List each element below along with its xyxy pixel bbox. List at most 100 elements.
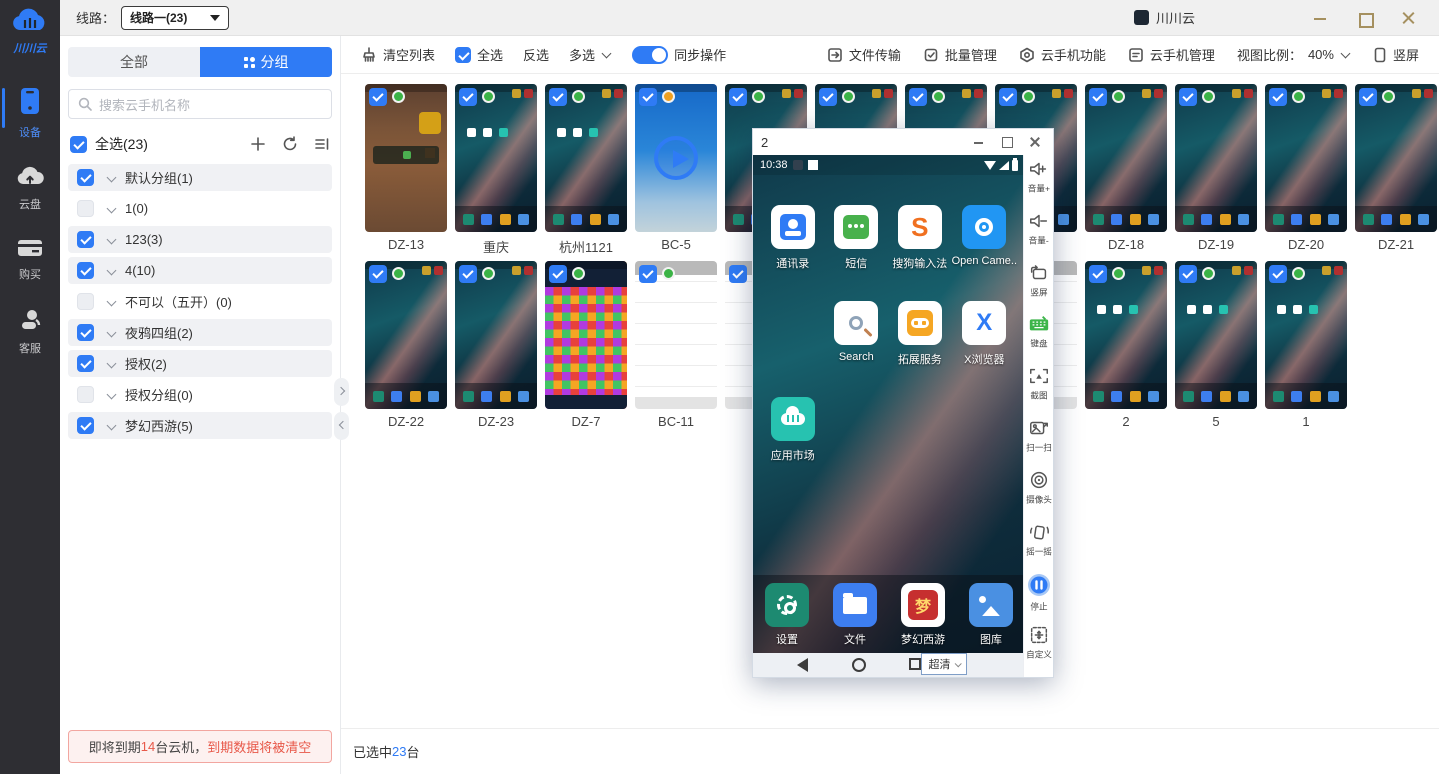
device-checkbox[interactable] bbox=[369, 265, 387, 283]
device-card[interactable]: DZ-20 bbox=[1265, 84, 1347, 253]
device-thumbnail[interactable] bbox=[1175, 84, 1257, 232]
portrait-mode-button[interactable]: 竖屏 bbox=[1373, 45, 1419, 64]
cloud-features-button[interactable]: 云手机功能 bbox=[1019, 45, 1106, 64]
device-thumbnail[interactable] bbox=[1355, 84, 1437, 232]
device-card[interactable]: 1 bbox=[1265, 261, 1347, 430]
sidebar-item-devices[interactable]: 设备 bbox=[0, 86, 60, 140]
keyboard-button[interactable]: 键盘 bbox=[1028, 314, 1050, 366]
chevron-down-icon[interactable] bbox=[106, 172, 118, 184]
quality-badge[interactable]: 超清 bbox=[921, 653, 967, 675]
collapse-list-button[interactable] bbox=[314, 136, 330, 152]
chevron-down-icon[interactable] bbox=[106, 265, 118, 277]
maximize-button[interactable] bbox=[1349, 6, 1379, 30]
toggle-on[interactable] bbox=[632, 46, 668, 64]
app-sogou-input[interactable]: S 搜狗输入法 bbox=[888, 205, 952, 271]
app-search[interactable]: Search bbox=[825, 301, 889, 367]
app-contacts[interactable]: 通讯录 bbox=[761, 205, 825, 271]
device-checkbox[interactable] bbox=[1179, 265, 1197, 283]
device-thumbnail[interactable] bbox=[1265, 261, 1347, 409]
group-checkbox[interactable] bbox=[77, 386, 94, 403]
device-checkbox[interactable] bbox=[549, 88, 567, 106]
device-checkbox[interactable] bbox=[1179, 88, 1197, 106]
dock-files[interactable]: 文件 bbox=[821, 583, 889, 653]
tab-groups[interactable]: 分组 bbox=[200, 47, 332, 77]
app-camera[interactable]: Open Came.. bbox=[952, 205, 1017, 271]
device-thumbnail[interactable] bbox=[1265, 84, 1347, 232]
phone-preview-window[interactable]: 2 10:38 bbox=[752, 128, 1054, 678]
phone-minimize-button[interactable] bbox=[969, 133, 989, 151]
dock-gallery[interactable]: 图库 bbox=[957, 583, 1025, 653]
dock-menghuan-game[interactable]: 梦 梦幻西游 bbox=[889, 583, 957, 653]
device-card[interactable]: DZ-22 bbox=[365, 261, 447, 430]
phone-close-button[interactable] bbox=[1025, 133, 1045, 151]
add-group-button[interactable] bbox=[250, 136, 266, 152]
device-checkbox[interactable] bbox=[1269, 265, 1287, 283]
volume-up-button[interactable]: 音量+ bbox=[1026, 159, 1052, 211]
device-thumbnail[interactable] bbox=[635, 261, 717, 409]
device-thumbnail[interactable] bbox=[545, 84, 627, 232]
close-button[interactable] bbox=[1393, 6, 1423, 30]
chevron-down-icon[interactable] bbox=[106, 203, 118, 215]
sidebar-item-purchase[interactable]: 购买 bbox=[0, 238, 60, 282]
device-card[interactable]: 杭州1121 bbox=[545, 84, 627, 253]
group-checkbox[interactable] bbox=[77, 324, 94, 341]
device-card[interactable]: 重庆 bbox=[455, 84, 537, 253]
rotate-screen-button[interactable]: 竖屏 bbox=[1028, 263, 1050, 315]
device-thumbnail[interactable] bbox=[365, 84, 447, 232]
file-transfer-button[interactable]: 文件传输 bbox=[827, 45, 901, 64]
cloud-manage-button[interactable]: 云手机管理 bbox=[1128, 45, 1215, 64]
sync-operation-toggle[interactable]: 同步操作 bbox=[632, 45, 726, 64]
device-checkbox[interactable] bbox=[639, 88, 657, 106]
device-card[interactable]: BC-5 bbox=[635, 84, 717, 253]
device-thumbnail[interactable] bbox=[1175, 261, 1257, 409]
minimize-button[interactable] bbox=[1305, 6, 1335, 30]
app-extension-service[interactable]: 拓展服务 bbox=[888, 301, 952, 367]
device-thumbnail[interactable] bbox=[1085, 261, 1167, 409]
group-row[interactable]: 1(0) bbox=[68, 195, 332, 222]
device-checkbox[interactable] bbox=[1269, 88, 1287, 106]
group-row[interactable]: 4(10) bbox=[68, 257, 332, 284]
phone-screen[interactable]: 10:38 通讯录 短信 bbox=[753, 155, 1025, 677]
chevron-down-icon[interactable] bbox=[106, 296, 118, 308]
device-card[interactable]: DZ-19 bbox=[1175, 84, 1257, 253]
stop-button[interactable]: 停止 bbox=[1027, 573, 1051, 625]
tab-all[interactable]: 全部 bbox=[68, 47, 200, 77]
group-checkbox[interactable] bbox=[77, 200, 94, 217]
sidebar-item-cloud-disk[interactable]: 云盘 bbox=[0, 166, 60, 212]
device-checkbox[interactable] bbox=[1359, 88, 1377, 106]
app-x-browser[interactable]: X X浏览器 bbox=[952, 301, 1017, 367]
back-button[interactable] bbox=[797, 658, 808, 672]
clear-list-button[interactable]: 清空列表 bbox=[361, 45, 435, 64]
device-card[interactable]: 2 bbox=[1085, 261, 1167, 430]
device-card[interactable]: DZ-18 bbox=[1085, 84, 1167, 253]
shake-button[interactable]: 摇一摇 bbox=[1024, 522, 1054, 574]
chevron-down-icon[interactable] bbox=[106, 234, 118, 246]
device-checkbox[interactable] bbox=[999, 88, 1017, 106]
device-checkbox[interactable] bbox=[729, 88, 747, 106]
device-thumbnail[interactable] bbox=[455, 84, 537, 232]
device-checkbox[interactable] bbox=[729, 265, 747, 283]
device-thumbnail[interactable] bbox=[455, 261, 537, 409]
dock-settings[interactable]: 设置 bbox=[753, 583, 821, 653]
device-card[interactable]: DZ-23 bbox=[455, 261, 537, 430]
chevron-down-icon[interactable] bbox=[106, 420, 118, 432]
device-checkbox[interactable] bbox=[1089, 265, 1107, 283]
select-all-checkbox[interactable] bbox=[70, 136, 87, 153]
group-row[interactable]: 梦幻西游(5) bbox=[68, 412, 332, 439]
group-row[interactable]: 不可以（五开）(0) bbox=[68, 288, 332, 315]
sidebar-item-support[interactable]: 客服 bbox=[0, 308, 60, 356]
device-thumbnail[interactable] bbox=[635, 84, 717, 232]
device-checkbox[interactable] bbox=[459, 88, 477, 106]
group-row[interactable]: 123(3) bbox=[68, 226, 332, 253]
select-all-checkbox[interactable] bbox=[455, 47, 471, 63]
multi-select-button[interactable]: 多选 bbox=[569, 45, 612, 64]
device-checkbox[interactable] bbox=[639, 265, 657, 283]
app-market[interactable]: 应用市场 bbox=[761, 397, 825, 463]
group-checkbox[interactable] bbox=[77, 262, 94, 279]
chevron-down-icon[interactable] bbox=[106, 327, 118, 339]
device-card[interactable]: DZ-13 bbox=[365, 84, 447, 253]
invert-select-button[interactable]: 反选 bbox=[523, 45, 549, 64]
device-thumbnail[interactable] bbox=[545, 261, 627, 409]
scan-button[interactable]: 扫一扫 bbox=[1024, 418, 1054, 470]
device-thumbnail[interactable] bbox=[1085, 84, 1167, 232]
